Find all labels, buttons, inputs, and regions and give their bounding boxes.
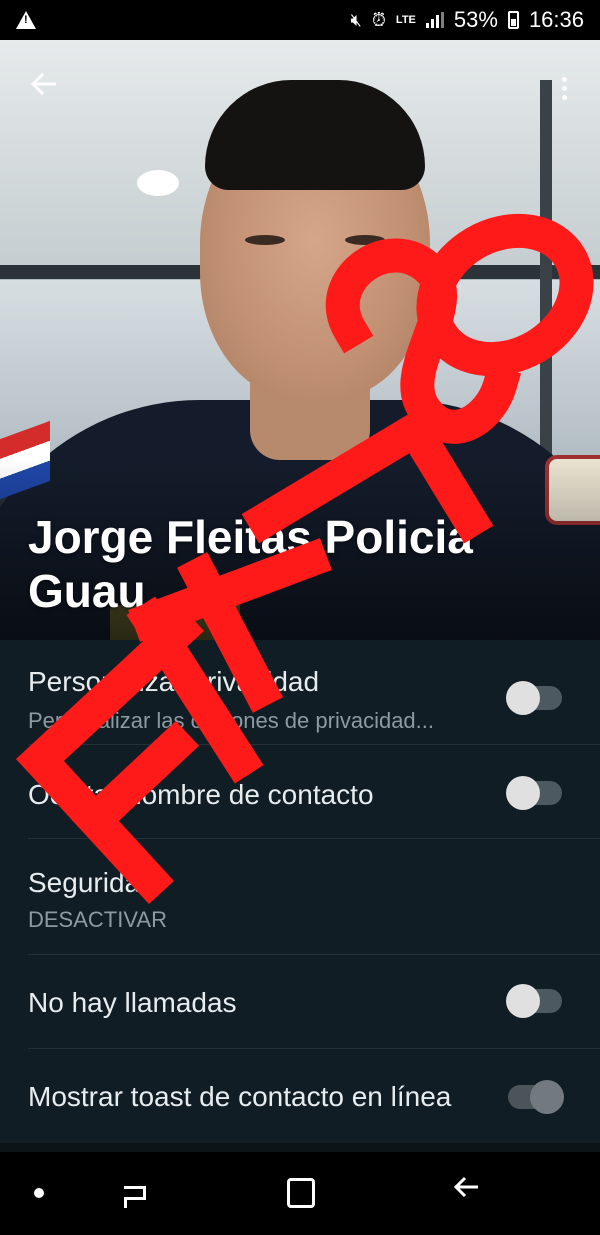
- setting-hide-contact-name[interactable]: Ocultar nombre de contacto: [0, 745, 600, 838]
- battery-icon: [507, 11, 519, 29]
- photo-lamp: [137, 170, 179, 196]
- network-type: LTE: [395, 13, 416, 26]
- clock: 16:36: [528, 7, 584, 32]
- setting-title: Seguridad: [28, 867, 156, 898]
- online-toast-toggle[interactable]: [508, 1080, 564, 1114]
- mute-icon: 🔇︎: [350, 10, 362, 30]
- setting-title: No hay llamadas: [28, 987, 237, 1018]
- more-vert-icon: [561, 76, 567, 82]
- system-nav-bar: [0, 1152, 600, 1235]
- more-options-button[interactable]: [552, 70, 576, 106]
- recents-icon[interactable]: [120, 1178, 150, 1208]
- toggle-knob: [506, 984, 540, 1018]
- setting-subtitle: DESACTIVAR: [28, 907, 167, 932]
- status-bar: 🔇︎ ⏰︎ LTE 53% 16:36: [0, 0, 600, 40]
- photo-eye-right: [345, 235, 385, 245]
- photo-eye-left: [245, 235, 285, 245]
- setting-security[interactable]: Seguridad DESACTIVAR: [0, 839, 600, 954]
- photo-window-post: [540, 80, 552, 480]
- back-button[interactable]: [28, 68, 64, 104]
- custom-privacy-toggle[interactable]: [506, 681, 562, 715]
- setting-online-toast[interactable]: Mostrar toast de contacto en línea: [0, 1049, 600, 1143]
- alarm-icon: ⏰︎: [371, 10, 386, 30]
- contact-name: Jorge Fleitas Policia Guau: [28, 511, 473, 617]
- setting-subtitle: Personalizar las opciones de privacidad.…: [28, 708, 435, 733]
- toggle-knob: [530, 1080, 564, 1114]
- setting-no-calls[interactable]: No hay llamadas: [0, 955, 600, 1048]
- setting-title: Ocultar nombre de contacto: [28, 779, 374, 810]
- setting-title: Mostrar toast de contacto en línea: [28, 1081, 452, 1112]
- setting-custom-privacy[interactable]: Personalizar privacidad Personalizar las…: [0, 640, 600, 744]
- back-icon[interactable]: [452, 1170, 482, 1210]
- hide-contact-name-toggle[interactable]: [506, 776, 562, 810]
- setting-title: Personalizar privacidad: [28, 666, 320, 697]
- home-icon[interactable]: [287, 1178, 315, 1208]
- no-calls-toggle[interactable]: [506, 984, 562, 1018]
- signal-icon: [425, 12, 444, 28]
- toggle-knob: [506, 681, 540, 715]
- contact-settings-list: Personalizar privacidad Personalizar las…: [0, 640, 600, 1143]
- battery-percent: 53%: [453, 7, 498, 32]
- profile-photo[interactable]: Jorge Fleitas Policia Guau: [0, 40, 600, 640]
- warning-icon: [16, 11, 36, 29]
- dot-icon[interactable]: [34, 1188, 44, 1198]
- arrow-left-icon: [30, 72, 56, 96]
- toggle-knob: [506, 776, 540, 810]
